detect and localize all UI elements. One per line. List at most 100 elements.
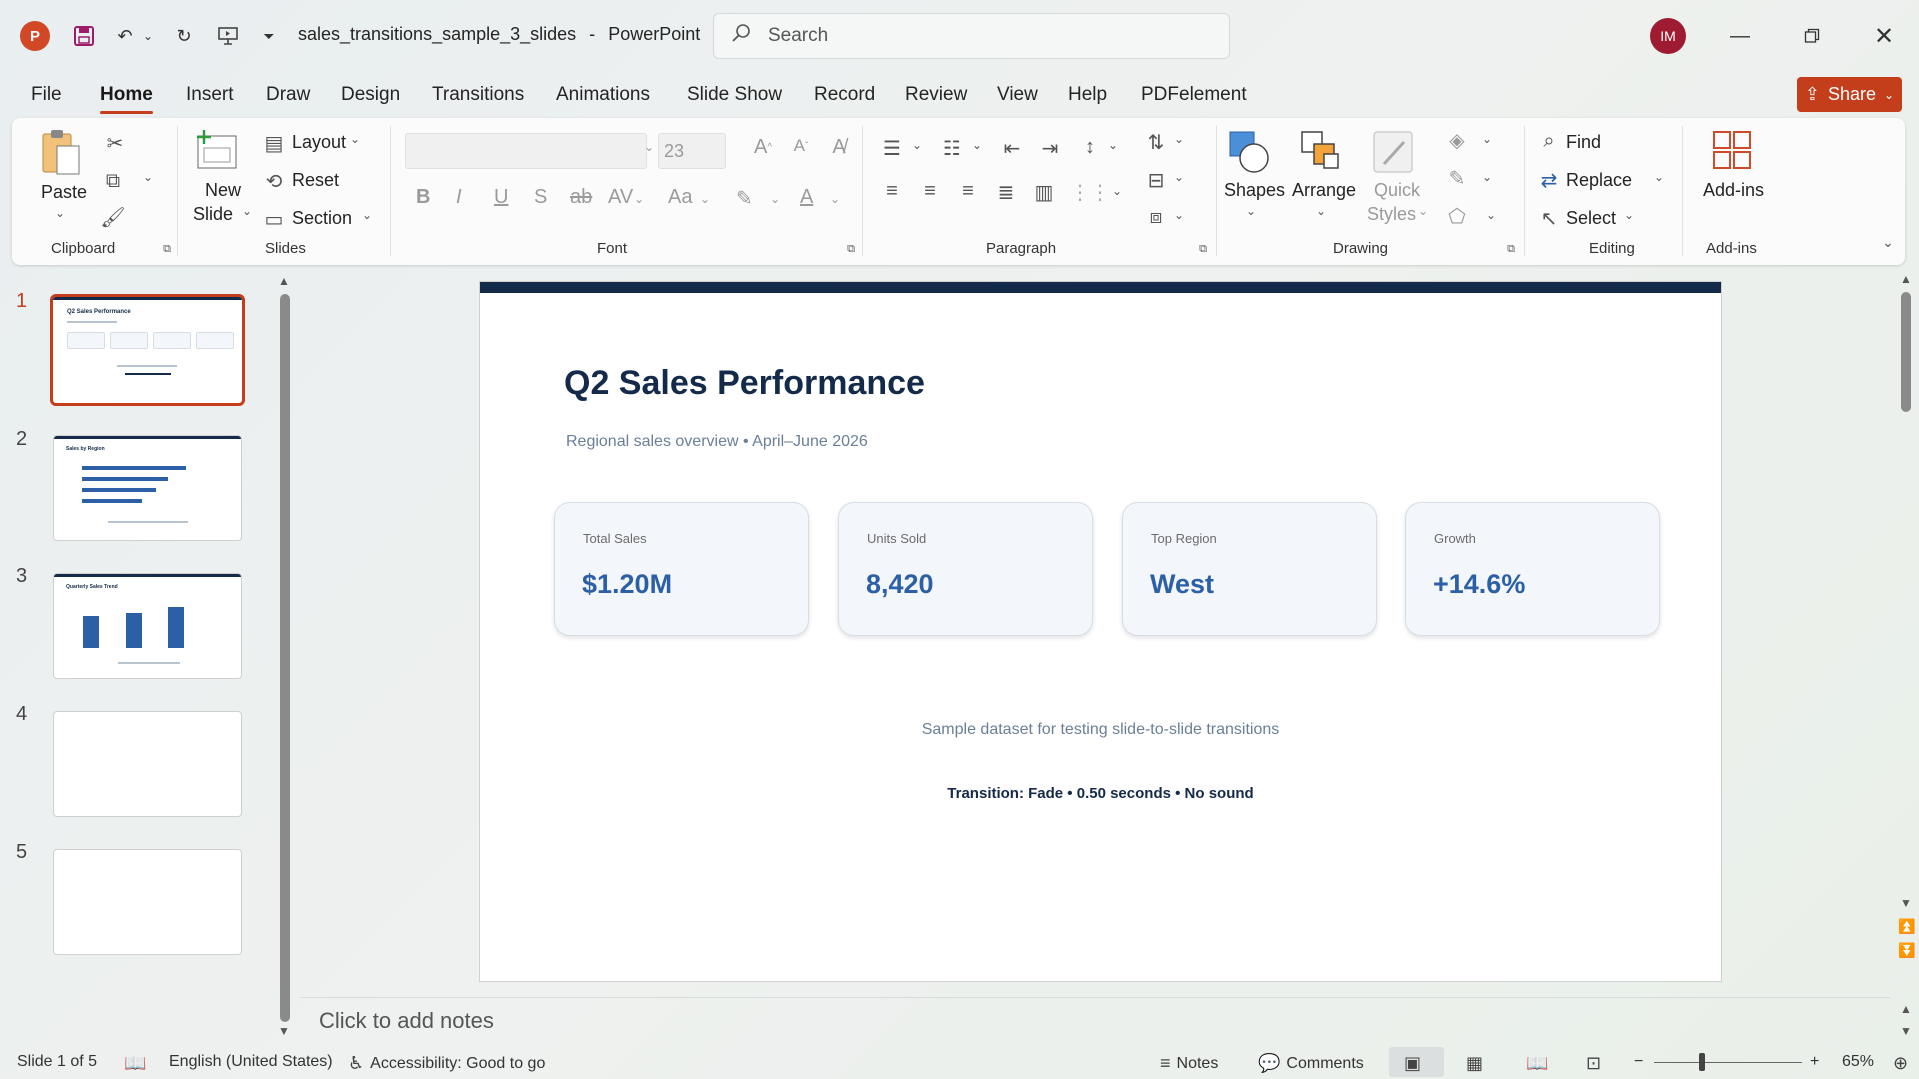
justify-icon[interactable]: ≣	[992, 180, 1020, 205]
strikethrough-icon[interactable]: ab	[570, 186, 592, 209]
find-button[interactable]: Find	[1566, 132, 1601, 153]
thumbnail-slide-3[interactable]: Quarterly Sales Trend	[53, 573, 242, 679]
minimize-icon[interactable]: ―	[1720, 18, 1760, 54]
layout-button[interactable]: Layout	[292, 132, 346, 153]
add-ins-icon[interactable]	[1710, 128, 1756, 176]
clear-formatting-icon[interactable]: A̸	[826, 136, 852, 159]
copy-dropdown-icon[interactable]: ⌄	[140, 170, 156, 184]
section-dropdown-icon[interactable]: ⌄	[360, 208, 374, 222]
bold-icon[interactable]: B	[416, 186, 430, 209]
paste-icon[interactable]	[39, 128, 83, 178]
quick-styles-label-2[interactable]: Styles	[1367, 204, 1416, 225]
thumbnail-slide-2[interactable]: Sales by Region	[53, 435, 242, 541]
change-case-dropdown-icon[interactable]: ⌄	[700, 192, 710, 206]
user-avatar[interactable]: IM	[1650, 18, 1686, 54]
restore-icon[interactable]	[1792, 18, 1832, 54]
collapse-ribbon-icon[interactable]: ⌄	[1878, 234, 1898, 251]
decrease-font-icon[interactable]: Aˇ	[788, 136, 814, 156]
tab-file[interactable]: File	[31, 84, 62, 106]
shape-outline-dropdown-icon[interactable]: ⌄	[1480, 170, 1494, 184]
replace-dropdown-icon[interactable]: ⌄	[1652, 170, 1666, 184]
shape-effects-icon[interactable]: ⬠	[1442, 204, 1472, 229]
new-slide-label[interactable]: New	[205, 180, 241, 201]
increase-indent-icon[interactable]: ⇥	[1036, 136, 1064, 161]
next-slide-icon[interactable]: ⏬	[1898, 942, 1915, 959]
font-family-select[interactable]	[405, 133, 647, 169]
arrange-icon[interactable]	[1298, 128, 1344, 176]
tab-design[interactable]: Design	[341, 84, 400, 106]
replace-icon[interactable]: ⇄	[1536, 168, 1562, 193]
slide-counter[interactable]: Slide 1 of 5	[17, 1053, 97, 1071]
line-spacing-icon[interactable]: ↕	[1076, 136, 1104, 159]
arrange-label[interactable]: Arrange	[1292, 180, 1356, 201]
italic-icon[interactable]: I	[456, 186, 462, 209]
tab-animations[interactable]: Animations	[556, 84, 650, 106]
scroll-up-icon[interactable]: ▲	[1900, 1002, 1912, 1016]
arrange-dropdown-icon[interactable]: ⌄	[1314, 204, 1328, 218]
tab-help[interactable]: Help	[1068, 84, 1107, 106]
present-from-start-icon[interactable]	[212, 20, 244, 52]
reset-button[interactable]: Reset	[292, 170, 339, 191]
new-slide-label-2[interactable]: Slide	[193, 204, 233, 225]
spelling-check-icon[interactable]: 📖	[124, 1053, 146, 1074]
comments-button[interactable]: 💬 Comments	[1258, 1053, 1364, 1074]
dialog-launcher-icon[interactable]: ⧉	[1504, 242, 1518, 256]
select-icon[interactable]: ↖	[1536, 206, 1562, 231]
slide-canvas[interactable]: Q2 Sales Performance Regional sales over…	[480, 282, 1721, 981]
customize-toolbar-icon[interactable]: ⏷	[258, 20, 280, 52]
paste-label[interactable]: Paste	[41, 182, 87, 203]
layout-dropdown-icon[interactable]: ⌄	[348, 132, 362, 146]
font-family-dropdown-icon[interactable]: ⌄	[642, 140, 656, 154]
reading-view-icon[interactable]: 📖	[1526, 1053, 1548, 1074]
slide-title[interactable]: Q2 Sales Performance	[564, 364, 925, 403]
undo-icon[interactable]: ↶	[110, 20, 140, 52]
align-left-icon[interactable]: ≡	[878, 180, 906, 203]
cut-icon[interactable]: ✂	[102, 130, 128, 156]
shape-fill-dropdown-icon[interactable]: ⌄	[1480, 132, 1494, 146]
character-spacing-icon[interactable]: AV	[608, 186, 633, 209]
slide-sorter-icon[interactable]: ▦	[1466, 1053, 1483, 1074]
shape-outline-icon[interactable]: ✎	[1442, 166, 1472, 191]
change-case-icon[interactable]: Aa	[668, 186, 692, 209]
dialog-launcher-icon[interactable]: ⧉	[160, 242, 174, 256]
undo-dropdown-icon[interactable]: ⌄	[140, 20, 156, 52]
replace-button[interactable]: Replace	[1566, 170, 1632, 191]
font-size-select[interactable]: 23	[658, 133, 726, 169]
scroll-down-icon[interactable]: ▼	[1900, 1024, 1912, 1038]
scroll-down-icon[interactable]: ▼	[1900, 896, 1912, 910]
zoom-slider-track[interactable]	[1654, 1062, 1802, 1063]
copy-icon[interactable]: ⧉	[100, 168, 126, 194]
section-icon[interactable]: ▭	[262, 208, 286, 231]
notes-button[interactable]: ≡ Notes	[1160, 1053, 1218, 1074]
scroll-down-icon[interactable]: ▼	[278, 1024, 290, 1038]
kpi-card-top-region[interactable]: Top Region West	[1122, 502, 1377, 636]
shape-fill-icon[interactable]: ◈	[1442, 128, 1472, 153]
tab-transitions[interactable]: Transitions	[432, 84, 524, 106]
dialog-launcher-icon[interactable]: ⧉	[1196, 242, 1210, 256]
tab-view[interactable]: View	[997, 84, 1038, 106]
select-button[interactable]: Select	[1566, 208, 1616, 229]
close-icon[interactable]: ✕	[1864, 18, 1904, 54]
format-painter-icon[interactable]: 🖌	[100, 204, 126, 230]
numbering-dropdown-icon[interactable]: ⌄	[970, 138, 984, 152]
columns-icon[interactable]: ▥	[1030, 180, 1058, 205]
character-spacing-dropdown-icon[interactable]: ⌄	[634, 192, 644, 206]
previous-slide-icon[interactable]: ⏫	[1898, 918, 1915, 935]
quick-styles-icon[interactable]	[1370, 128, 1416, 176]
highlight-icon[interactable]: ✎	[736, 186, 753, 211]
quick-styles-label[interactable]: Quick	[1374, 180, 1420, 201]
tab-slide-show[interactable]: Slide Show	[687, 84, 782, 106]
select-dropdown-icon[interactable]: ⌄	[1622, 208, 1636, 222]
tab-review[interactable]: Review	[905, 84, 967, 106]
align-text-dropdown-icon[interactable]: ⌄	[1172, 170, 1186, 184]
slide-scrollbar[interactable]	[1901, 292, 1911, 412]
line-spacing-dropdown-icon[interactable]: ⌄	[1106, 138, 1120, 152]
smartart-icon[interactable]: ⋮⋮	[1070, 180, 1110, 205]
text-direction-icon[interactable]: ⇅	[1142, 130, 1170, 155]
notes-pane[interactable]: Click to add notes	[300, 997, 1890, 1043]
notes-placeholder[interactable]: Click to add notes	[319, 1008, 494, 1034]
add-ins-label[interactable]: Add-ins	[1703, 180, 1764, 201]
slide-transition-note[interactable]: Transition: Fade • 0.50 seconds • No sou…	[480, 785, 1721, 802]
thumbnail-slide-5[interactable]	[53, 849, 242, 955]
tab-pdfelement[interactable]: PDFelement	[1141, 84, 1247, 106]
